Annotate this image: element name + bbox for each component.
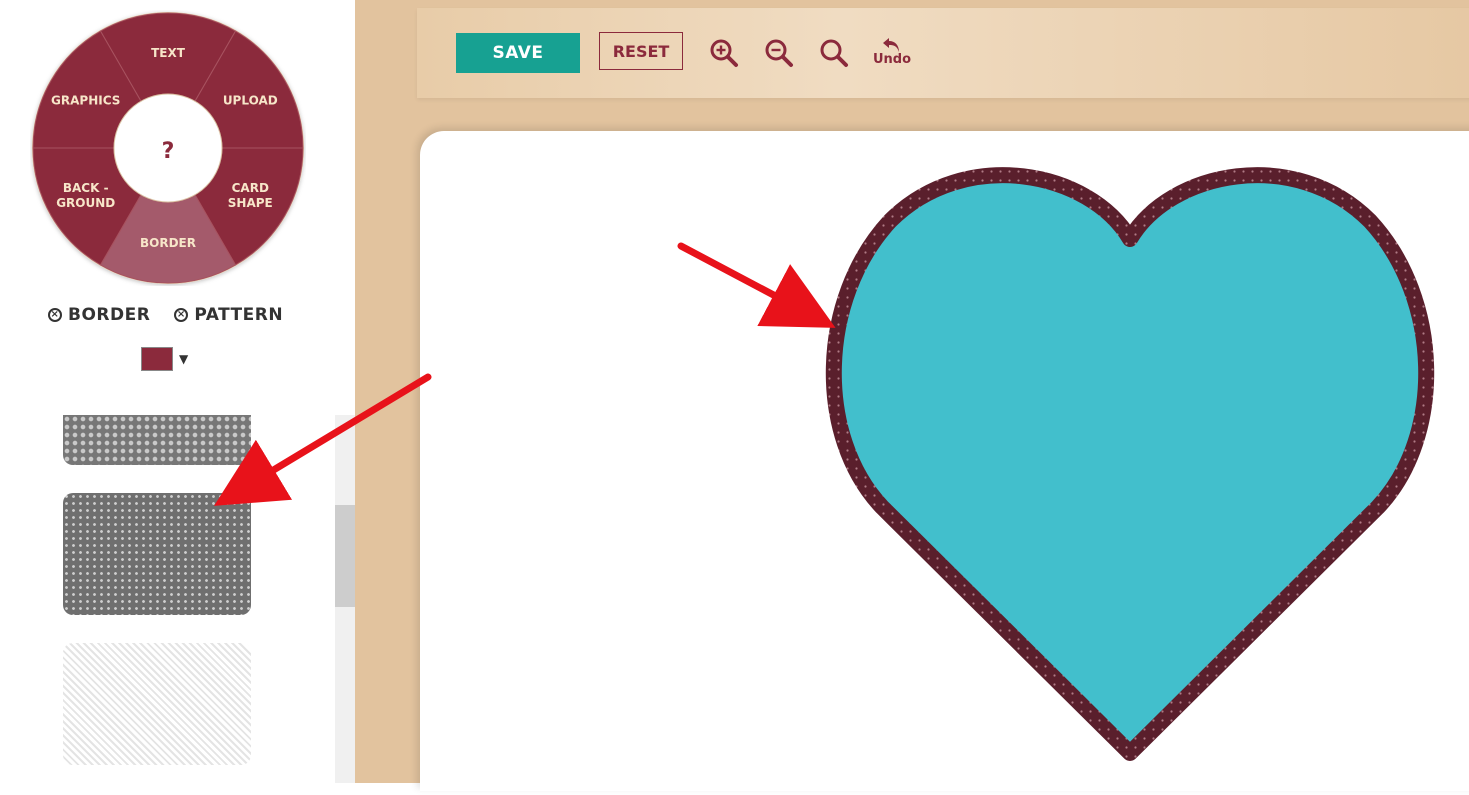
wheel-segment-label: CARD — [232, 181, 269, 195]
card-canvas[interactable] — [420, 131, 1469, 791]
pattern-toggle[interactable]: × PATTERN — [174, 305, 283, 325]
wheel-segment-label: GROUND — [56, 196, 115, 210]
sidebar: TEXT UPLOAD CARD SHAPE BORDER BACK - GROUND GRA… — [0, 0, 355, 783]
pattern-tile-dots-large[interactable] — [63, 415, 251, 465]
heart-shape[interactable] — [825, 167, 1435, 761]
scrollbar-thumb[interactable] — [335, 505, 355, 607]
wheel-segment-label: UPLOAD — [223, 94, 278, 108]
close-circle-icon: × — [174, 308, 189, 322]
pattern-tile-dots-small[interactable] — [63, 493, 251, 615]
wheel-center-label: ? — [162, 139, 175, 164]
wheel-segment-label: BACK - — [63, 181, 109, 195]
reset-button[interactable]: RESET — [599, 32, 683, 70]
pattern-tile-diagonal-stripes[interactable] — [63, 643, 251, 765]
undo-label: Undo — [872, 52, 912, 67]
zoom-out-icon[interactable] — [764, 38, 794, 68]
wheel-segment-label: GRAPHICS — [51, 94, 120, 108]
border-color-picker[interactable]: ▼ — [141, 347, 188, 371]
tool-wheel: TEXT UPLOAD CARDSHAPE BORDER BACK -GROUND GRA… — [32, 12, 304, 284]
wheel-segment-label: SHAPE — [228, 196, 273, 210]
dropdown-caret-icon: ▼ — [179, 352, 189, 366]
border-pattern-toggles: × BORDER × PATTERN — [48, 305, 283, 325]
pattern-toggle-label: PATTERN — [194, 305, 284, 325]
save-button[interactable]: SAVE — [456, 33, 580, 73]
pattern-list-scrollbar[interactable] — [335, 415, 355, 783]
card-design — [825, 167, 1435, 761]
color-swatch[interactable] — [141, 347, 173, 371]
zoom-in-icon[interactable] — [709, 38, 739, 68]
undo-button[interactable]: Undo — [867, 36, 917, 74]
wheel-segment-label: TEXT — [151, 46, 186, 60]
border-toggle[interactable]: × BORDER — [48, 305, 150, 325]
workspace: SAVE RESET Undo — [355, 0, 1469, 791]
border-toggle-label: BORDER — [68, 305, 151, 325]
pattern-list — [0, 415, 335, 783]
wheel-segment-label: BORDER — [140, 236, 196, 250]
zoom-fit-icon[interactable] — [819, 38, 849, 68]
close-circle-icon: × — [48, 308, 62, 322]
